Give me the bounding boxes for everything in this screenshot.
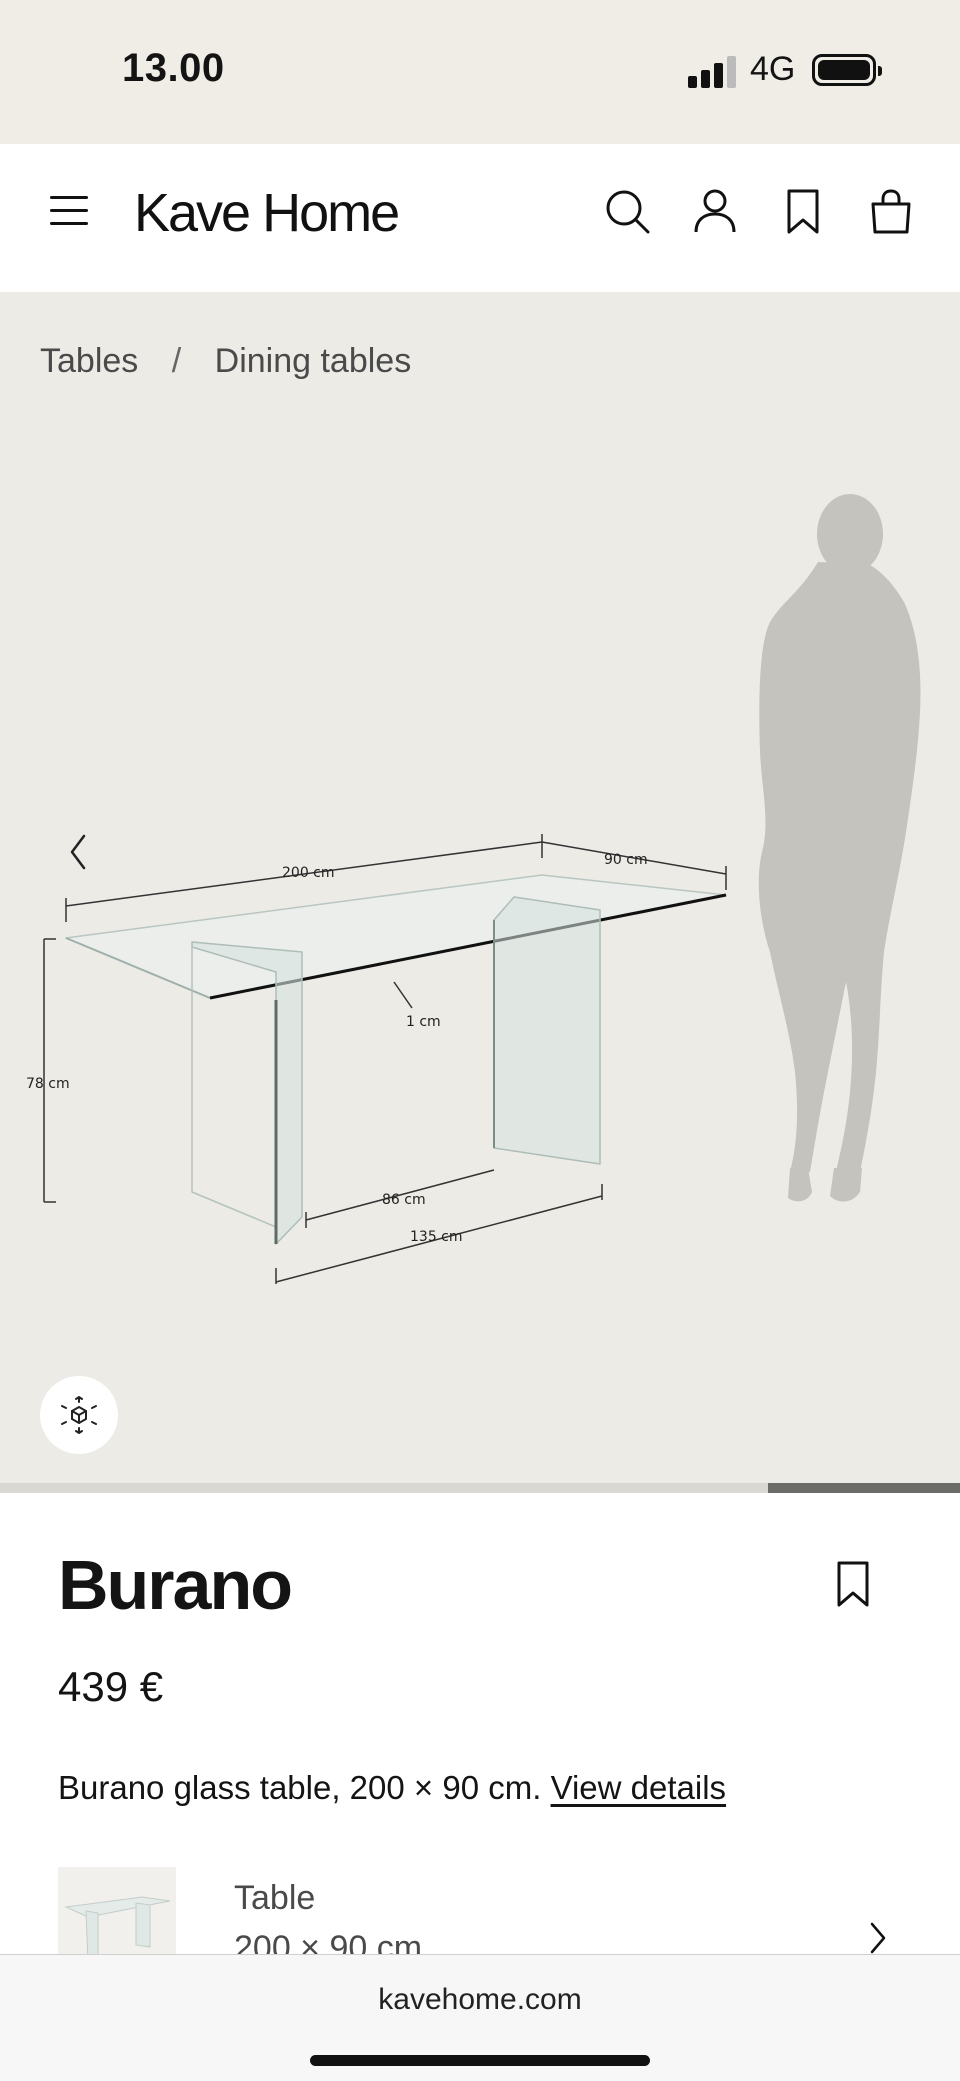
breadcrumb-item-tables[interactable]: Tables: [40, 342, 138, 380]
battery-icon: [812, 54, 882, 86]
shopping-bag-icon[interactable]: [868, 188, 914, 234]
glass-table: [65, 874, 727, 1245]
product-description: Burano glass table, 200 × 90 cm. View de…: [58, 1769, 726, 1807]
chevron-right-icon[interactable]: [868, 1921, 888, 1955]
breadcrumb: Tables / Dining tables: [40, 342, 411, 381]
wishlist-bookmark-icon[interactable]: [834, 1559, 872, 1609]
site-header: Kave Home: [0, 144, 960, 292]
menu-icon[interactable]: [50, 196, 88, 226]
bookmark-icon[interactable]: [780, 188, 826, 234]
status-bar: 13.00 4G: [0, 0, 960, 144]
ar-view-button[interactable]: [40, 1376, 118, 1454]
previous-image-arrow-icon[interactable]: [68, 832, 90, 872]
browser-bottom-bar: kavehome.com: [0, 1954, 960, 2081]
dim-leg-depth-label: 86 cm: [382, 1192, 426, 1208]
gallery-progress-fill: [768, 1483, 960, 1493]
dim-height-label: 78 cm: [26, 1076, 70, 1092]
page: 13.00 4G Kave Home Tables / Dining table…: [0, 0, 960, 2081]
gallery-progress: [0, 1483, 960, 1493]
product-price: 439 €: [58, 1663, 164, 1710]
breadcrumb-separator: /: [171, 342, 182, 380]
product-gallery[interactable]: Tables / Dining tables 200 cm 90 cm 1 cm…: [0, 292, 960, 1488]
status-time: 13.00: [122, 46, 225, 90]
ar-view-icon: [61, 1396, 97, 1434]
dim-thickness-label: 1 cm: [406, 1014, 441, 1030]
product-info: Burano 439 € Burano glass table, 200 × 9…: [0, 1493, 960, 1985]
cellular-signal-icon: [688, 54, 736, 88]
dim-width-label: 200 cm: [282, 865, 335, 881]
search-icon[interactable]: [604, 188, 650, 234]
network-type: 4G: [750, 50, 796, 88]
product-title: Burano: [58, 1546, 293, 1624]
site-logo[interactable]: Kave Home: [134, 182, 400, 244]
product-dimension-image: 200 cm 90 cm 1 cm 78 cm 86 cm 135 cm: [26, 494, 921, 1284]
account-icon[interactable]: [692, 188, 738, 234]
variant-name[interactable]: Table: [234, 1879, 315, 1918]
dim-leg-span-label: 135 cm: [410, 1229, 463, 1245]
home-indicator[interactable]: [310, 2055, 650, 2066]
person-silhouette: [758, 494, 921, 1202]
browser-url[interactable]: kavehome.com: [0, 1983, 960, 2017]
breadcrumb-item-dining-tables[interactable]: Dining tables: [215, 342, 412, 380]
dim-depth-label: 90 cm: [604, 852, 648, 868]
view-details-link[interactable]: View details: [551, 1769, 727, 1806]
description-text: Burano glass table, 200 × 90 cm.: [58, 1769, 542, 1806]
